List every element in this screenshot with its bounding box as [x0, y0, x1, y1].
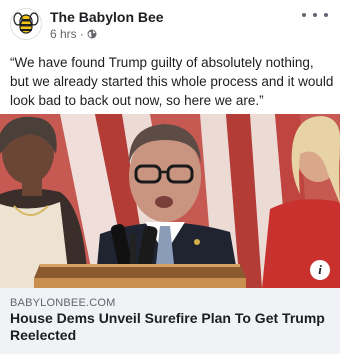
page-name[interactable]: The Babylon Bee [50, 9, 164, 25]
more-options-icon-dot [324, 13, 328, 17]
more-options-button[interactable] [302, 8, 328, 22]
link-title[interactable]: House Dems Unveil Surefire Plan To Get T… [10, 310, 330, 344]
info-icon[interactable]: i [310, 260, 330, 280]
babylon-bee-logo-icon [11, 9, 41, 39]
globe-icon [87, 29, 97, 39]
more-options-icon-dot [302, 13, 306, 17]
meta-separator: · [79, 27, 84, 41]
post-timestamp[interactable]: 6 hrs [50, 27, 77, 41]
more-options-icon-dot [313, 13, 317, 17]
link-preview[interactable]: BABYLONBEE.COM House Dems Unveil Surefir… [0, 288, 340, 354]
page-avatar[interactable] [10, 8, 42, 40]
post-image[interactable]: i [0, 114, 340, 288]
post-meta: 6 hrs · [50, 27, 97, 41]
post-text: “We have found Trump guilty of absolutel… [10, 55, 334, 108]
link-domain: BABYLONBEE.COM [10, 297, 116, 309]
press-conference-photo [0, 114, 340, 288]
post-header: The Babylon Bee 6 hrs · [0, 0, 340, 48]
podium [34, 264, 246, 288]
